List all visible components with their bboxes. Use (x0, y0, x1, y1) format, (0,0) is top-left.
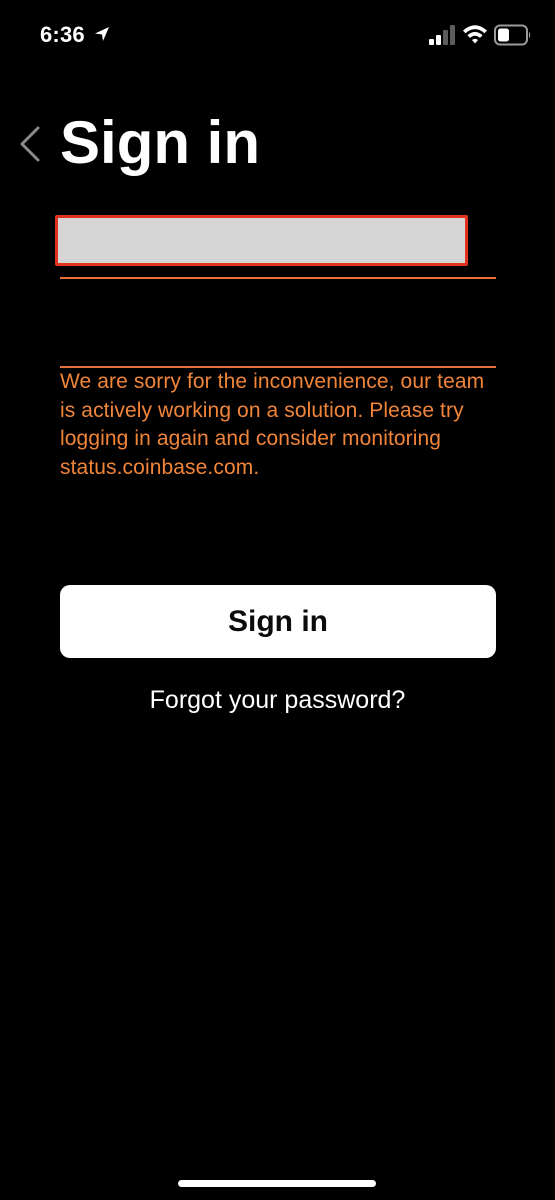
location-arrow-icon (95, 27, 109, 41)
battery-icon (494, 24, 531, 46)
password-input[interactable] (60, 300, 496, 360)
error-message: We are sorry for the inconvenience, our … (60, 370, 485, 479)
email-field-underline (60, 277, 496, 279)
sign-in-button[interactable]: Sign in (60, 585, 496, 658)
cellular-signal-icon (429, 25, 455, 45)
status-bar: 6:36 (0, 0, 555, 70)
wifi-icon (463, 25, 487, 44)
home-indicator (178, 1180, 376, 1187)
page-title: Sign in (60, 109, 260, 176)
chevron-left-icon[interactable] (16, 124, 44, 164)
status-time: 6:36 (40, 22, 85, 47)
forgot-password-link[interactable]: Forgot your password? (0, 686, 555, 715)
email-input[interactable] (55, 215, 468, 266)
